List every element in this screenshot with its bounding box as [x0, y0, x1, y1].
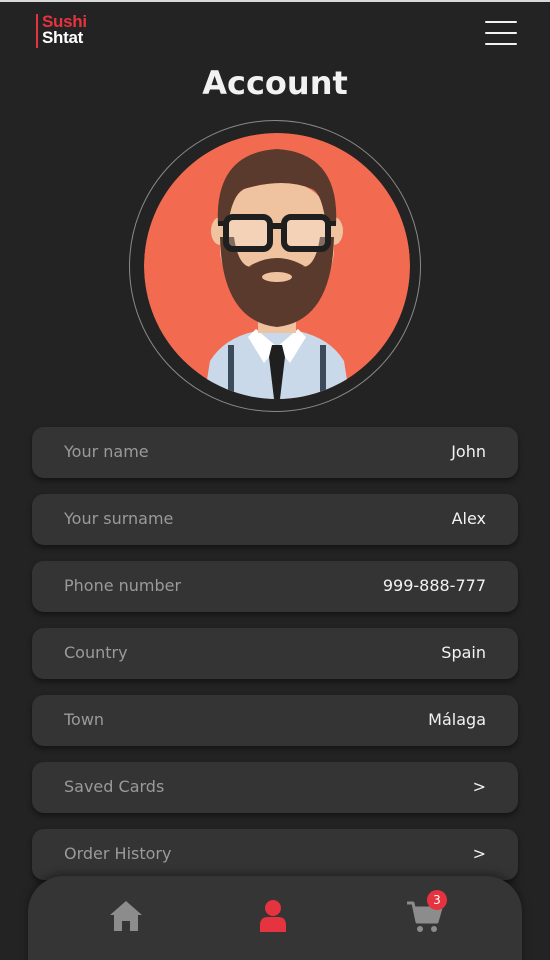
brand-logo[interactable]: Sushi Shtat [36, 13, 87, 48]
page-title: Account [202, 64, 348, 102]
field-label: Saved Cards [64, 777, 165, 796]
field-label: Order History [64, 844, 172, 863]
field-value: Spain [441, 643, 486, 662]
nav-home-button[interactable] [108, 898, 148, 938]
field-town[interactable]: Town Málaga [32, 695, 518, 746]
order-history-link[interactable]: Order History > [32, 829, 518, 880]
menu-line [485, 21, 517, 23]
field-surname[interactable]: Your surname Alex [32, 494, 518, 545]
chevron-right-icon: > [472, 777, 486, 796]
user-avatar-icon [144, 133, 410, 399]
field-label: Country [64, 643, 128, 662]
app-header: Sushi Shtat [0, 0, 550, 66]
chevron-right-icon: > [472, 844, 486, 863]
field-country[interactable]: Country Spain [32, 628, 518, 679]
field-label: Phone number [64, 576, 182, 595]
field-label: Your surname [64, 509, 174, 528]
menu-line [485, 32, 517, 34]
cart-count-badge: 3 [427, 890, 447, 910]
saved-cards-link[interactable]: Saved Cards > [32, 762, 518, 813]
field-value: John [451, 442, 486, 461]
field-value: Alex [451, 509, 486, 528]
account-fields: Your name John Your surname Alex Phone n… [32, 427, 518, 896]
hamburger-menu-icon[interactable] [485, 20, 519, 46]
field-name[interactable]: Your name John [32, 427, 518, 478]
nav-cart-button[interactable]: 3 [405, 890, 447, 938]
home-icon [110, 901, 142, 931]
nav-account-button[interactable] [255, 898, 295, 938]
field-phone[interactable]: Phone number 999-888-777 [32, 561, 518, 612]
user-icon [260, 900, 286, 932]
field-value: 999-888-777 [382, 576, 486, 595]
bottom-navigation: 3 [28, 876, 522, 960]
field-value: Málaga [428, 710, 486, 729]
logo-text-shtat: Shtat [42, 28, 84, 47]
field-label: Your name [64, 442, 149, 461]
menu-line [485, 43, 517, 45]
field-label: Town [64, 710, 105, 729]
avatar[interactable] [144, 133, 410, 399]
